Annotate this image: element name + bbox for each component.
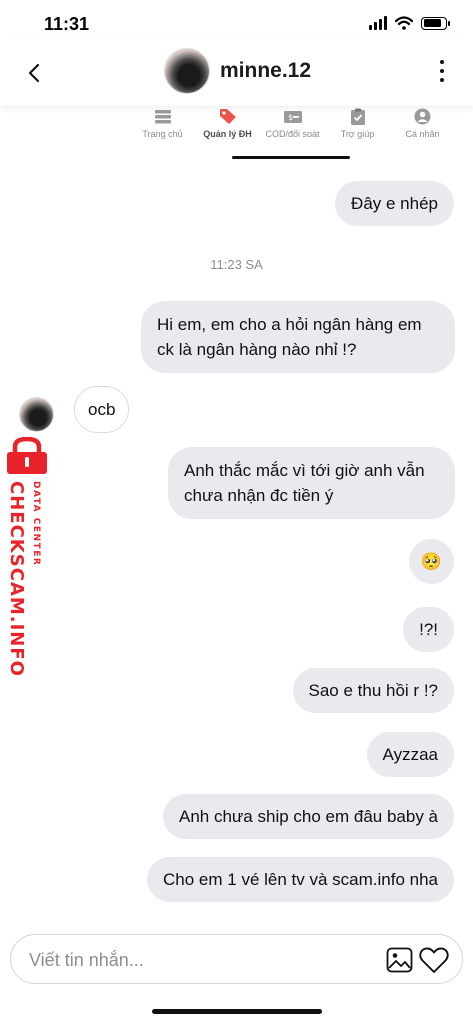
sender-avatar[interactable] [19,397,54,432]
status-time: 11:31 [44,14,90,34]
message-bubble-sent[interactable]: Anh chưa ship cho em đâu baby à [163,794,454,839]
checkscam-watermark: CHECKSCAM.INFO DATA CENTER [2,437,50,677]
chat-header: minne.12 [0,40,473,106]
nav-item-orders: Quản lý ĐH [195,108,260,148]
message-bubble-sent[interactable]: Sao e thu hồi r !? [292,668,454,713]
clipboard-check-icon [350,108,365,125]
watermark-title: CHECKSCAM.INFO [6,481,27,677]
back-button[interactable] [22,58,46,88]
nav-label: Trang chủ [142,129,183,139]
message-timestamp: 11:23 SA [210,257,263,272]
svg-text:$: $ [288,113,293,122]
tag-icon [219,109,236,124]
message-bubble-sent[interactable]: !?! [403,607,454,652]
heart-icon [419,946,449,973]
nav-item-profile: Cá nhân [390,108,455,148]
battery-icon [421,16,450,30]
app-nav: Trang chủ Quản lý ĐH $ COD/đối soát Trợ … [130,108,473,148]
nav-label: Cá nhân [405,129,440,139]
message-bubble-sent[interactable]: 🥺 [408,539,454,584]
message-input[interactable] [29,947,369,973]
nav-underline [232,156,350,159]
message-composer [10,934,463,984]
nav-label: Quản lý ĐH [203,129,252,139]
signal-icon [369,16,387,30]
lock-icon [7,437,47,474]
back-chevron-icon [28,63,40,83]
status-icons [369,16,450,30]
message-bubble-sent[interactable]: Đây e nhép [335,181,454,226]
message-bubble-sent[interactable]: Ayzzaa [366,732,454,777]
nav-item-cod: $ COD/đối soát [260,108,325,148]
nav-label: Trợ giúp [340,129,375,139]
person-icon [414,108,431,125]
wifi-icon [395,16,413,30]
nav-item-home: Trang chủ [130,108,195,148]
gallery-button[interactable] [384,945,414,975]
watermark-subtitle: DATA CENTER [31,481,41,567]
money-icon: $ [283,110,302,123]
avatar[interactable] [164,48,210,94]
heart-button[interactable] [418,945,450,975]
battery-fill [423,19,442,27]
gallery-icon [386,947,412,973]
home-list-icon [154,110,171,124]
message-bubble-sent[interactable]: Anh thắc mắc vì tới giờ anh vẫn chưa nhậ… [168,447,455,519]
message-bubble-received[interactable]: ocb [74,386,130,433]
home-indicator[interactable] [152,1009,322,1014]
more-vertical-icon[interactable] [437,60,447,82]
message-bubble-sent[interactable]: Cho em 1 vé lên tv và scam.info nha [147,857,454,902]
chat-username[interactable]: minne.12 [220,59,311,83]
nav-item-help: Trợ giúp [325,108,390,148]
message-bubble-sent[interactable]: Hi em, em cho a hỏi ngân hàng em ck là n… [141,301,455,373]
nav-label: COD/đối soát [265,129,320,139]
